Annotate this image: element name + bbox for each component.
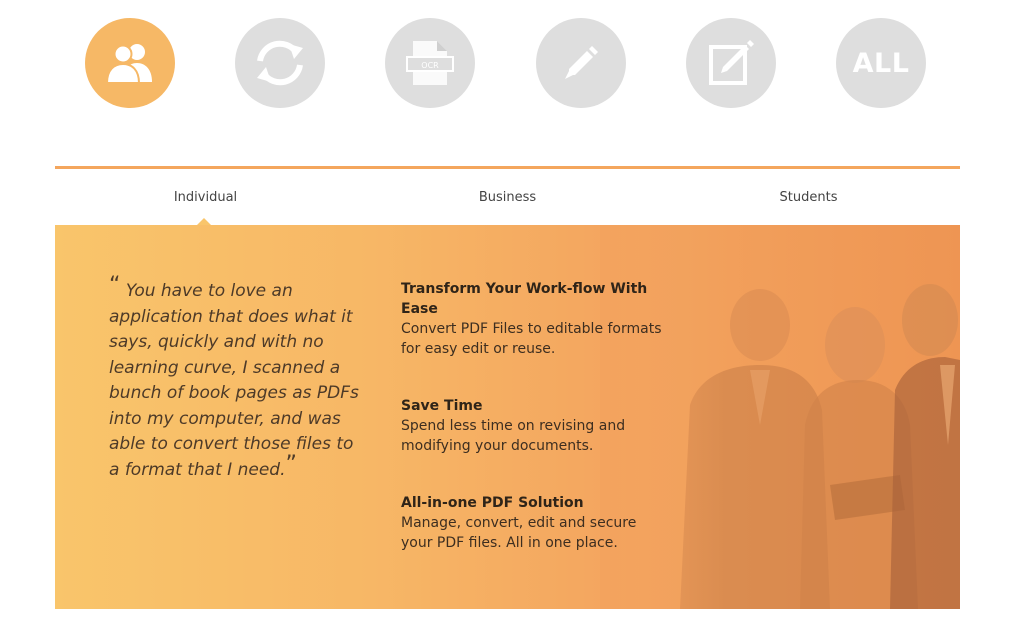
feature-title: Transform Your Work-flow With Ease <box>401 281 648 317</box>
feature-title: All-in-one PDF Solution <box>401 495 584 511</box>
feature-item: All-in-one PDF Solution Manage, convert,… <box>401 493 671 553</box>
ocr-icon-label: OCR <box>421 61 439 70</box>
category-icon-row: OCR ALL <box>0 18 1024 110</box>
users-category-button[interactable] <box>85 18 175 108</box>
all-icon: ALL <box>852 47 910 79</box>
tab-students[interactable]: Students <box>658 169 959 225</box>
testimonial-text: You have to love an application that doe… <box>109 281 359 480</box>
feature-text: Manage, convert, edit and secure your PD… <box>401 515 637 551</box>
feature-text: Convert PDF Files to editable formats fo… <box>401 321 662 357</box>
sign-icon <box>709 40 754 85</box>
page: OCR ALL Individual Business Students “ Y… <box>0 0 1024 634</box>
tab-individual[interactable]: Individual <box>55 169 356 225</box>
tab-business[interactable]: Business <box>357 169 658 225</box>
feature-item: Transform Your Work-flow With Ease Conve… <box>401 279 671 359</box>
convert-icon <box>257 40 303 86</box>
users-icon <box>105 44 152 84</box>
feature-text: Spend less time on revising and modifyin… <box>401 418 626 454</box>
all-category-button[interactable]: ALL <box>836 18 926 108</box>
ocr-category-button[interactable]: OCR <box>385 18 475 108</box>
testimonial-quote: “ You have to love an application that d… <box>109 275 369 483</box>
edit-icon <box>565 46 598 79</box>
sign-category-button[interactable] <box>686 18 776 108</box>
feature-item: Save Time Spend less time on revising an… <box>401 396 671 456</box>
convert-category-button[interactable] <box>235 18 325 108</box>
content-panel: “ You have to love an application that d… <box>55 225 960 609</box>
ocr-icon: OCR <box>406 41 454 85</box>
quote-close-mark: ” <box>285 451 297 477</box>
edit-category-button[interactable] <box>536 18 626 108</box>
feature-title: Save Time <box>401 398 483 414</box>
quote-open-mark: “ <box>109 273 121 298</box>
audience-tabs: Individual Business Students <box>55 169 960 225</box>
